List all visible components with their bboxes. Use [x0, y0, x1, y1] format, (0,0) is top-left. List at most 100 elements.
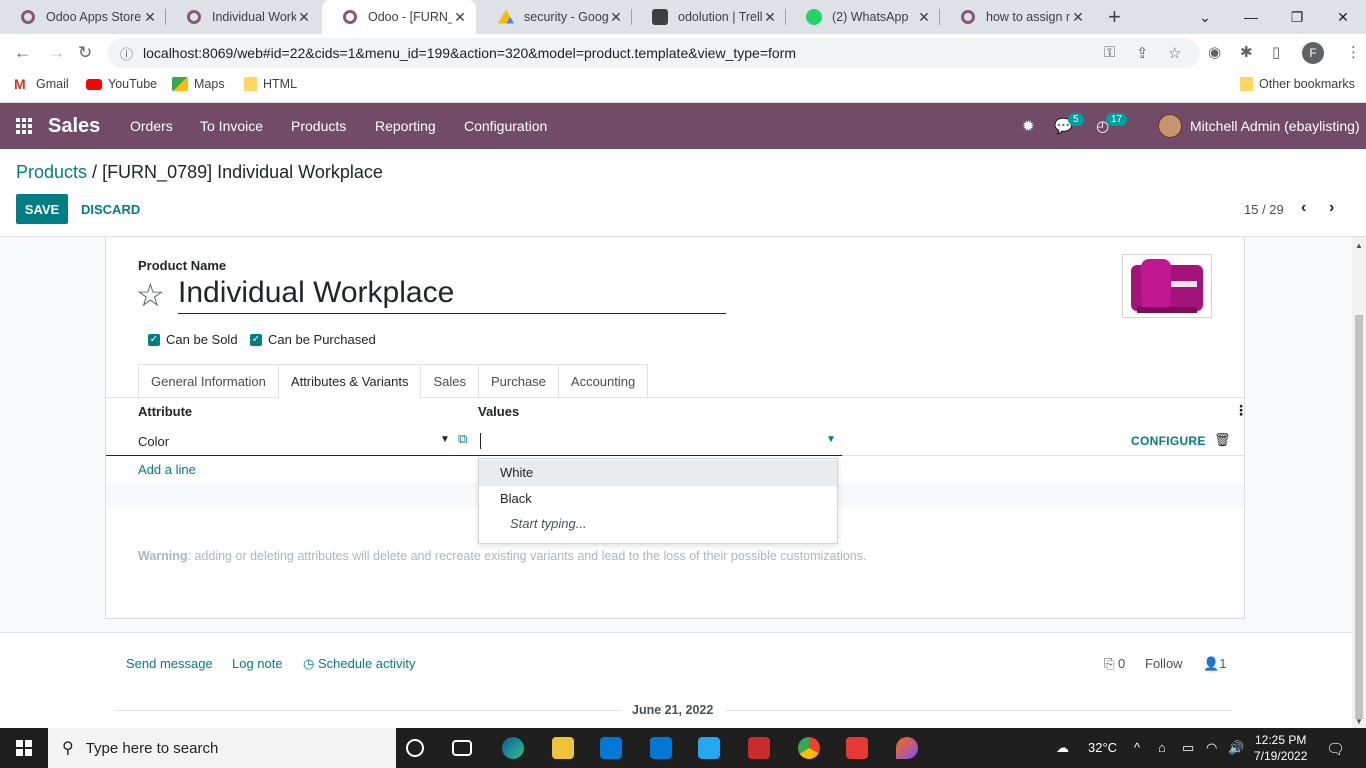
app-name[interactable]: Sales [48, 115, 100, 138]
close-icon[interactable]: ✕ [762, 9, 778, 26]
puzzle-icon[interactable]: ✱ [1240, 43, 1253, 61]
chevron-left-icon[interactable]: ‹ [1301, 199, 1306, 217]
discard-button[interactable]: DISCARD [81, 202, 140, 217]
dropdown-option-white[interactable]: White [479, 460, 837, 486]
weather-icon[interactable]: ☁ [1056, 740, 1069, 756]
browser-tab[interactable]: (2) WhatsApp ✕ [786, 0, 940, 34]
more-icon[interactable]: ⋮ [1346, 43, 1361, 61]
network-icon[interactable]: ⌂ [1158, 740, 1166, 755]
save-button[interactable]: SAVE [16, 194, 68, 224]
taskbar-search[interactable]: ⚲ Type here to search [48, 728, 396, 768]
bookmark-other[interactable]: Other bookmarks [1240, 77, 1355, 91]
cortana-icon[interactable] [406, 739, 424, 757]
attachments-button[interactable]: ⎘ 0 [1104, 656, 1125, 672]
filezilla-icon[interactable] [748, 737, 770, 759]
product-image[interactable] [1122, 254, 1212, 318]
app-icon[interactable] [896, 737, 918, 759]
tab-accounting[interactable]: Accounting [557, 364, 649, 397]
close-icon[interactable]: ✕ [608, 9, 624, 26]
breadcrumb-products[interactable]: Products [16, 162, 87, 182]
back-icon[interactable]: ← [14, 43, 31, 63]
apps-menu-icon[interactable] [16, 118, 32, 134]
sidebar-icon[interactable]: ▯ [1272, 43, 1280, 61]
close-window-icon[interactable]: ✕ [1320, 0, 1366, 34]
extension-icon[interactable]: ◉ [1208, 43, 1221, 61]
user-menu[interactable]: Mitchell Admin (ebaylisting) [1158, 114, 1360, 138]
follow-button[interactable]: Follow [1145, 656, 1183, 671]
key-icon[interactable]: ⚿ [1104, 44, 1115, 61]
notification-icon[interactable]: 🗨 [1326, 740, 1345, 758]
bookmark-maps[interactable]: Maps [172, 77, 225, 91]
tab-purchase[interactable]: Purchase [477, 364, 559, 397]
menu-configuration[interactable]: Configuration [464, 118, 547, 134]
bookmark-html[interactable]: HTML [244, 77, 297, 91]
close-icon[interactable]: ✕ [296, 9, 312, 26]
schedule-activity-button[interactable]: ◷ Schedule activity [303, 656, 416, 672]
bookmark-star-icon[interactable]: ☆ [1168, 44, 1181, 62]
menu-products[interactable]: Products [291, 118, 346, 134]
browser-tab-active[interactable]: Odoo - [FURN_07 ✕ [322, 0, 476, 34]
edge-icon[interactable] [502, 737, 524, 759]
bug-icon[interactable]: ✹ [1022, 117, 1035, 135]
browser-tab[interactable]: security - Google ✕ [478, 0, 632, 34]
can-be-purchased-checkbox[interactable]: ✓ Can be Purchased [250, 332, 376, 347]
attribute-field[interactable]: Color ▼ ⧉ [106, 426, 476, 456]
anydesk-icon[interactable] [846, 737, 868, 759]
send-message-button[interactable]: Send message [126, 656, 213, 671]
chrome-icon[interactable] [798, 737, 820, 759]
scrollbar-thumb[interactable] [1355, 315, 1363, 719]
clock[interactable]: 12:25 PM 7/19/2022 [1254, 732, 1307, 764]
menu-reporting[interactable]: Reporting [375, 118, 436, 134]
info-icon[interactable]: ⓘ [120, 44, 133, 63]
forward-icon[interactable]: → [48, 43, 65, 63]
page-scrollbar[interactable]: ▲ ▼ [1352, 237, 1366, 728]
pager-value[interactable]: 15 / 29 [1244, 202, 1284, 217]
close-icon[interactable]: ✕ [1070, 9, 1086, 26]
caret-down-icon[interactable]: ▼ [440, 434, 450, 445]
followers-button[interactable]: 👤1 [1203, 656, 1226, 672]
reload-icon[interactable]: ↻ [78, 43, 92, 63]
scroll-down-icon[interactable]: ▼ [1355, 717, 1363, 726]
url-input[interactable]: ⓘ localhost:8069/web#id=22&cids=1&menu_i… [108, 38, 1200, 68]
browser-tab[interactable]: Individual Workp ✕ [166, 0, 320, 34]
chevron-right-icon[interactable]: › [1329, 199, 1334, 217]
tab-general-information[interactable]: General Information [138, 364, 279, 397]
product-name-input[interactable]: Individual Workplace [178, 276, 726, 314]
battery-icon[interactable]: ▭ [1182, 740, 1194, 756]
caret-down-icon[interactable]: ▼ [826, 434, 836, 445]
vscode-icon[interactable] [698, 737, 720, 759]
task-view-icon[interactable] [452, 740, 472, 756]
favorite-star-icon[interactable]: ☆ [136, 276, 165, 314]
close-icon[interactable]: ✕ [452, 9, 468, 26]
bookmark-gmail[interactable]: M Gmail [14, 77, 69, 91]
restore-icon[interactable]: ❐ [1274, 0, 1320, 34]
optional-columns-icon[interactable]: ⋮ [1234, 402, 1248, 419]
browser-tab[interactable]: how to assign m ✕ [940, 0, 1094, 34]
column-header-values[interactable]: Values [478, 404, 519, 419]
chevron-up-icon[interactable]: ^ [1134, 740, 1140, 755]
store-icon[interactable] [600, 737, 622, 759]
minimize-icon[interactable]: — [1228, 0, 1274, 34]
scroll-up-icon[interactable]: ▲ [1355, 241, 1363, 250]
browser-tab[interactable]: Odoo Apps Store ✕ [0, 0, 166, 34]
configure-button[interactable]: CONFIGURE [1131, 434, 1206, 448]
volume-icon[interactable]: 🔊 [1228, 740, 1244, 756]
temperature[interactable]: 32°C [1088, 740, 1117, 755]
can-be-sold-checkbox[interactable]: ✓ Can be Sold [148, 332, 238, 347]
column-header-attribute[interactable]: Attribute [138, 404, 192, 419]
dropdown-option-black[interactable]: Black [479, 486, 837, 512]
values-input[interactable]: ▼ [476, 426, 842, 456]
mail-icon[interactable] [650, 737, 672, 759]
wifi-icon[interactable]: ◠ [1206, 740, 1217, 756]
share-icon[interactable]: ⇪ [1136, 44, 1149, 62]
external-link-icon[interactable]: ⧉ [458, 431, 467, 447]
profile-avatar[interactable]: F [1302, 42, 1324, 64]
tab-attributes-variants[interactable]: Attributes & Variants [277, 364, 422, 398]
trash-icon[interactable]: 🗑 [1214, 432, 1231, 448]
new-tab-icon[interactable]: + [1108, 4, 1121, 30]
add-a-line-link[interactable]: Add a line [138, 462, 196, 477]
menu-orders[interactable]: Orders [130, 118, 173, 134]
tab-search-icon[interactable]: ⌄ [1182, 0, 1228, 34]
browser-tab[interactable]: odolution | Trello ✕ [632, 0, 786, 34]
bookmark-youtube[interactable]: YouTube [86, 77, 157, 91]
